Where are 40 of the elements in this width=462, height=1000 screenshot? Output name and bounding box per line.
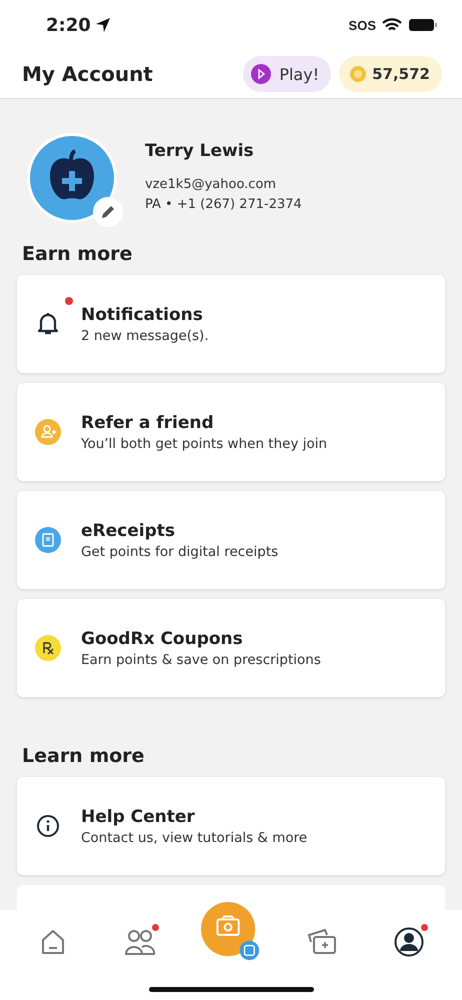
sos-indicator: SOS: [348, 18, 376, 32]
card-title: Help Center: [81, 806, 196, 826]
location-arrow-icon: [94, 17, 111, 33]
receipt-icon: [35, 527, 61, 553]
edit-icon[interactable]: [93, 197, 123, 227]
menu-card[interactable]: Notifications 2 new message(s).: [17, 275, 445, 373]
user-name: Terry Lewis: [145, 141, 255, 161]
info-icon: [36, 814, 60, 838]
menu-card[interactable]: Refer a friend You’ll both get points when they join: [17, 383, 445, 481]
status-time: 2:20: [46, 14, 91, 36]
card-subtitle: 2 new message(s).: [81, 328, 209, 344]
card-subtitle: Get points for digital receipts: [81, 544, 278, 560]
battery-icon: [408, 18, 438, 32]
menu-card[interactable]: GoodRx Coupons Earn points & save on prescriptions: [17, 599, 445, 697]
play-button[interactable]: Play!: [243, 56, 332, 92]
home-icon: [41, 929, 66, 955]
user-details: PA • +1 (267) 271-2374: [145, 196, 302, 214]
card-subtitle: You’ll both get points when they join: [81, 436, 328, 452]
section-heading: Earn more: [22, 243, 134, 265]
card-title: eReceipts: [81, 520, 176, 540]
play-icon: [251, 64, 272, 84]
menu-card[interactable]: eReceipts Get points for digital receipts: [17, 491, 445, 589]
user-email: vze1k5@yahoo.com: [145, 176, 278, 194]
card-title: Refer a friend: [81, 412, 215, 432]
points-button[interactable]: 57,572: [339, 56, 442, 92]
card-title: GoodRx Coupons: [81, 628, 244, 648]
bell-icon: [36, 311, 60, 337]
page-title: My Account: [22, 62, 154, 86]
menu-card[interactable]: Help Center Contact us, view tutorials & more: [17, 777, 445, 875]
cards-icon: [307, 928, 338, 956]
card-subtitle: Contact us, view tutorials & more: [81, 830, 308, 846]
section-heading: Learn more: [22, 745, 146, 767]
prescription-icon: [35, 635, 61, 661]
card-subtitle: Earn points & save on prescriptions: [81, 652, 321, 668]
wifi-icon: [382, 18, 402, 32]
card-title: Notifications: [81, 304, 204, 324]
person-add-icon: [35, 419, 61, 445]
profile-icon: [394, 927, 424, 957]
coin-icon: [349, 65, 368, 83]
people-icon: [124, 929, 156, 955]
